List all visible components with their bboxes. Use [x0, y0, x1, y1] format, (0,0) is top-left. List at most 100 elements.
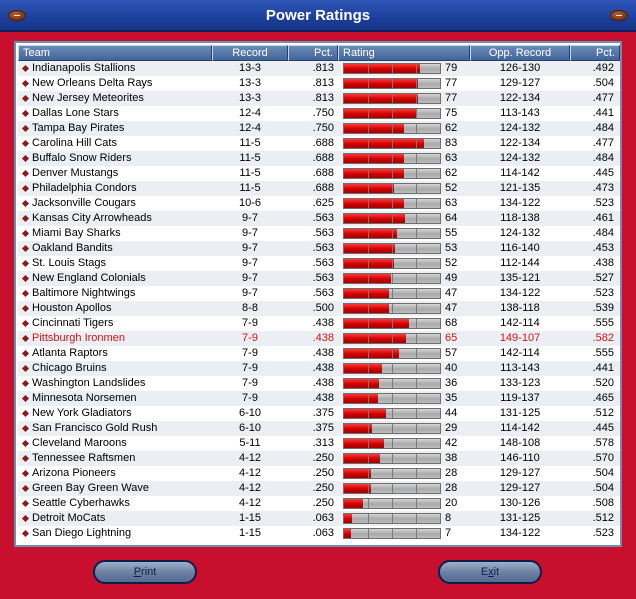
team-pct: .813	[312, 62, 334, 74]
team-name: Buffalo Snow Riders	[32, 152, 132, 164]
table-row[interactable]: Philadelphia Condors 11-5 .688 52 121-135 .47…	[18, 181, 620, 196]
table-row[interactable]: Jacksonville Cougars 10-6 .625 63 134-122 .52…	[18, 196, 620, 211]
row-marker-icon	[21, 409, 30, 418]
row-marker-icon	[21, 514, 30, 523]
column-header-record[interactable]: Record	[212, 45, 288, 61]
rating-bar-track	[343, 183, 441, 194]
team-record: 4-12	[238, 467, 262, 479]
rating-bar-divider	[368, 409, 369, 418]
team-record: 12-4	[238, 107, 262, 119]
print-button[interactable]: Print	[93, 560, 197, 584]
rating-bar	[343, 408, 441, 419]
opp-record: 124-132	[499, 122, 541, 134]
row-marker-icon	[21, 64, 30, 73]
rating-bar-divider	[416, 124, 417, 133]
rating-bar	[343, 453, 441, 464]
rating-value: 62	[445, 167, 458, 179]
table-row[interactable]: St. Louis Stags 9-7 .563 52 112-144 .438	[18, 256, 620, 271]
table-row[interactable]: Minnesota Norsemen 7-9 .438 35 119-137 .465	[18, 391, 620, 406]
table-row[interactable]: San Diego Lightning 1-15 .063 7 134-122 .523	[18, 526, 620, 541]
rating-bar	[343, 318, 441, 329]
row-marker-icon	[21, 334, 30, 343]
table-row[interactable]: Arizona Pioneers 4-12 .250 28 129-127 .504	[18, 466, 620, 481]
column-header-rating[interactable]: Rating	[338, 45, 470, 61]
table-row[interactable]: Pittsburgh Ironmen 7-9 .438 65 149-107 .582	[18, 331, 620, 346]
rating-bar-fill	[344, 469, 371, 478]
rating-bar-track	[343, 123, 441, 134]
row-marker-icon	[21, 244, 30, 253]
table-row[interactable]: Green Bay Green Wave 4-12 .250 28 129-127 .50…	[18, 481, 620, 496]
table-row[interactable]: Baltimore Nightwings 9-7 .563 47 134-122 .523	[18, 286, 620, 301]
opp-pct: .512	[592, 512, 614, 524]
rating-value: 52	[445, 257, 458, 269]
row-marker-icon	[21, 439, 30, 448]
row-marker-icon	[21, 109, 30, 118]
rating-bar-divider	[368, 139, 369, 148]
opp-record: 133-123	[499, 377, 541, 389]
team-pct: .063	[312, 512, 334, 524]
column-header-opp-record[interactable]: Opp. Record	[470, 45, 570, 61]
opp-pct: .492	[592, 62, 614, 74]
table-row[interactable]: Cincinnati Tigers 7-9 .438 68 142-114 .555	[18, 316, 620, 331]
team-name: Atlanta Raptors	[32, 347, 108, 359]
rating-bar-divider	[368, 379, 369, 388]
rating-bar-divider	[368, 154, 369, 163]
table-row[interactable]: Seattle Cyberhawks 4-12 .250 20 130-126 .508	[18, 496, 620, 511]
rating-bar-divider	[368, 244, 369, 253]
table-row[interactable]: Buffalo Snow Riders 11-5 .688 63 124-132 .484	[18, 151, 620, 166]
rating-bar-fill	[344, 364, 382, 373]
rating-bar-divider	[392, 124, 393, 133]
table-row[interactable]: Oakland Bandits 9-7 .563 53 116-140 .453	[18, 241, 620, 256]
column-header-team[interactable]: Team	[18, 45, 212, 61]
rating-value: 55	[445, 227, 458, 239]
opp-pct: .504	[592, 467, 614, 479]
team-pct: .688	[312, 167, 334, 179]
column-header-pct[interactable]: Pct.	[288, 45, 338, 61]
table-row[interactable]: New York Gladiators 6-10 .375 44 131-125 .512	[18, 406, 620, 421]
table-row[interactable]: Chicago Bruins 7-9 .438 40 113-143 .441	[18, 361, 620, 376]
team-name: Jacksonville Cougars	[32, 197, 136, 209]
rating-bar-track	[343, 318, 441, 329]
opp-record: 116-140	[500, 242, 540, 254]
table-row[interactable]: New Orleans Delta Rays 13-3 .813 77 129-127.…	[18, 76, 620, 91]
team-pct: .313	[312, 437, 334, 449]
rating-bar-fill	[344, 529, 351, 538]
table-row[interactable]: Tennessee Raftsmen 4-12 .250 38 146-110 .570	[18, 451, 620, 466]
opp-record: 149-107	[499, 332, 541, 344]
table-row[interactable]: Miami Bay Sharks 9-7 .563 55 124-132 .484	[18, 226, 620, 241]
table-row[interactable]: Houston Apollos 8-8 .500 47 138-118 .539	[18, 301, 620, 316]
table-row[interactable]: Denver Mustangs 11-5 .688 62 114-142 .445	[18, 166, 620, 181]
rating-bar-fill	[344, 454, 380, 463]
rating-value: 53	[445, 242, 458, 254]
team-name: Chicago Bruins	[32, 362, 107, 374]
row-marker-icon	[21, 199, 30, 208]
table-row[interactable]: Dallas Lone Stars 12-4 .750 75 113-143 .441	[18, 106, 620, 121]
table-row[interactable]: New England Colonials 9-7 .563 49 135-121 .52…	[18, 271, 620, 286]
rating-bar-divider	[392, 499, 393, 508]
table-row[interactable]: Carolina Hill Cats 11-5 .688 83 122-134 .477	[18, 136, 620, 151]
rating-bar-divider	[368, 364, 369, 373]
rating-value: 75	[445, 107, 458, 119]
rating-bar-divider	[368, 94, 369, 103]
opp-record: 112-144	[500, 257, 540, 269]
column-header-opp-pct[interactable]: Pct.	[570, 45, 620, 61]
team-record: 7-9	[242, 332, 258, 344]
exit-button[interactable]: Exit	[438, 560, 542, 584]
table-row[interactable]: Kansas City Arrowheads 9-7 .563 64 118-138 .4…	[18, 211, 620, 226]
table-row[interactable]: Tampa Bay Pirates 12-4 .750 62 124-132 .484	[18, 121, 620, 136]
rating-bar-divider	[416, 454, 417, 463]
table-row[interactable]: Indianapolis Stallions 13-3 .813 79 126-130.…	[18, 61, 620, 76]
rating-bar-fill	[344, 169, 404, 178]
rating-bar-divider	[392, 439, 393, 448]
rating-bar-divider	[416, 364, 417, 373]
rating-bar-divider	[416, 274, 417, 283]
table-row[interactable]: Detroit MoCats 1-15 .063 8 131-125 .512	[18, 511, 620, 526]
table-row[interactable]: San Francisco Gold Rush 6-10 .375 29 114-142…	[18, 421, 620, 436]
table-row[interactable]: New Jersey Meteorites 13-3 .813 77 122-134 .4…	[18, 91, 620, 106]
rating-bar	[343, 393, 441, 404]
team-pct: .563	[312, 257, 334, 269]
table-row[interactable]: Cleveland Maroons 5-11 .313 42 148-108 .578	[18, 436, 620, 451]
table-row[interactable]: Atlanta Raptors 7-9 .438 57 142-114 .555	[18, 346, 620, 361]
rating-value: 28	[445, 467, 458, 479]
table-row[interactable]: Washington Landslides 7-9 .438 36 133-123 .52…	[18, 376, 620, 391]
